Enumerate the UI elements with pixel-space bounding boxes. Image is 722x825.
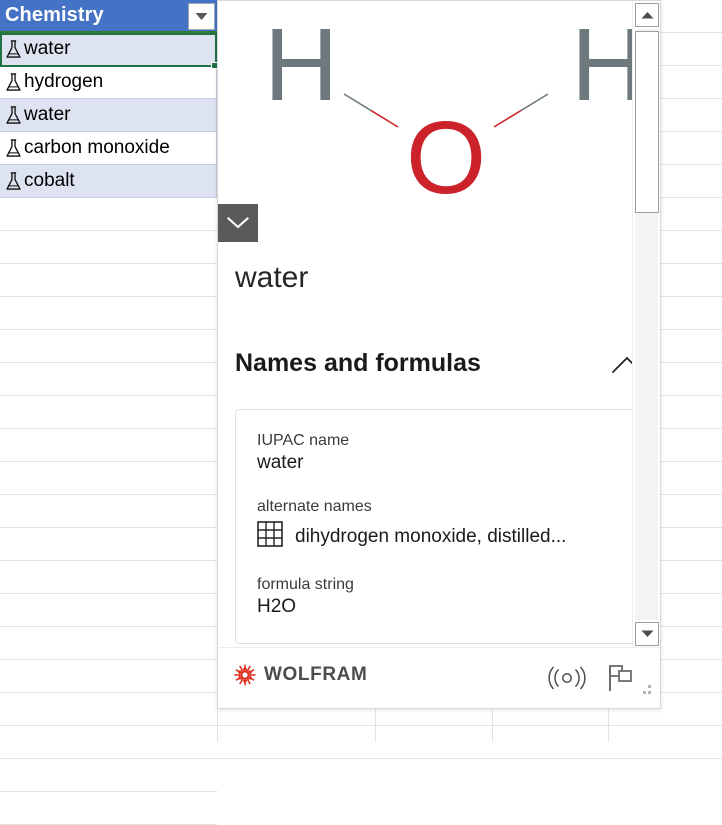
wolfram-spikey-icon: [234, 664, 256, 686]
scroll-down-arrow-icon: [641, 630, 653, 637]
cell-label: water: [24, 38, 71, 59]
wolfram-data-card[interactable]: H H O water Names and formulas IUPAC nam…: [217, 0, 661, 709]
spreadsheet-cell-a3[interactable]: hydrogen: [0, 66, 217, 99]
spreadsheet-cell-empty[interactable]: [0, 495, 217, 528]
spreadsheet-cell-empty[interactable]: [0, 759, 217, 792]
spreadsheet-cell-empty[interactable]: [0, 264, 217, 297]
property-label: formula string: [257, 576, 354, 593]
scroll-up-arrow-icon: [641, 12, 653, 19]
cell-label: water: [24, 104, 71, 125]
property-label: alternate names: [257, 498, 372, 515]
spreadsheet-cell-empty[interactable]: [0, 231, 217, 264]
spreadsheet-cell-empty[interactable]: [0, 396, 217, 429]
table-grid-icon-glyph: [257, 521, 283, 547]
table-grid-icon[interactable]: [257, 521, 283, 552]
spreadsheet-cell-empty[interactable]: [0, 429, 217, 462]
spreadsheet-cell-empty[interactable]: [0, 660, 217, 693]
chemical-flask-icon: [6, 39, 21, 58]
resize-grip-icon[interactable]: [638, 683, 654, 704]
broadcast-refresh-icon-glyph: [548, 666, 586, 690]
scroll-up-button[interactable]: [635, 3, 659, 27]
spreadsheet-cell-a2[interactable]: water: [0, 33, 217, 66]
spreadsheet-cell-empty[interactable]: [0, 693, 217, 726]
spreadsheet-cell-empty[interactable]: [0, 528, 217, 561]
property-value: dihydrogen monoxide, distilled...: [295, 525, 567, 547]
spreadsheet-cell-empty[interactable]: [0, 363, 217, 396]
filter-dropdown-button[interactable]: [188, 3, 215, 30]
scroll-down-button[interactable]: [635, 622, 659, 646]
spreadsheet-cell-empty[interactable]: [0, 198, 217, 231]
scrollbar-thumb[interactable]: [635, 31, 659, 213]
cell-label: carbon monoxide: [24, 137, 170, 158]
property-value: H2O: [257, 596, 297, 617]
atom-label-hydrogen-left: H: [264, 7, 339, 122]
wolfram-logo: WOLFRAM: [233, 663, 367, 687]
cell-label: cobalt: [24, 170, 75, 191]
spreadsheet-cell-empty[interactable]: [0, 561, 217, 594]
spreadsheet-cell-a4[interactable]: water: [0, 99, 217, 132]
spreadsheet-cell-empty[interactable]: [0, 297, 217, 330]
spreadsheet-cell-empty[interactable]: [0, 726, 217, 759]
property-alternate-names: alternate names dihydrogen monoxide, dis…: [257, 498, 621, 552]
column-header-label: Chemistry: [5, 4, 104, 26]
chevron-down-icon: [227, 217, 249, 229]
section-header-names-and-formulas[interactable]: Names and formulas: [235, 349, 643, 389]
chemical-flask-icon: [6, 138, 21, 157]
chemical-flask-icon: [6, 171, 21, 190]
card-scrollbar[interactable]: [632, 1, 660, 648]
spreadsheet-cell-empty[interactable]: [0, 594, 217, 627]
card-title: water: [235, 261, 309, 294]
property-iupac-name: IUPAC name water: [257, 432, 621, 474]
flag-icon[interactable]: [607, 663, 635, 698]
spreadsheet-cell-empty[interactable]: [0, 792, 217, 825]
cell-label: hydrogen: [24, 71, 104, 92]
section-title: Names and formulas: [235, 349, 481, 377]
filter-dropdown-icon: [195, 13, 208, 20]
molecule-diagram: H H O: [218, 1, 660, 214]
spreadsheet-cell-empty[interactable]: [0, 627, 217, 660]
property-value: water: [257, 452, 304, 473]
chemical-flask-icon: [6, 72, 21, 91]
chemical-flask-icon: [6, 105, 21, 124]
flag-icon-glyph: [609, 665, 632, 691]
card-footer: WOLFRAM: [218, 647, 660, 708]
collapse-image-button[interactable]: [218, 204, 258, 242]
spreadsheet-cell-empty[interactable]: [0, 330, 217, 363]
column-header-chemistry[interactable]: Chemistry: [0, 0, 217, 33]
atom-label-oxygen: O: [406, 100, 487, 214]
property-panel: IUPAC name water alternate names dihydro…: [235, 409, 643, 644]
spreadsheet-cell-a5[interactable]: carbon monoxide: [0, 132, 217, 165]
broadcast-refresh-icon[interactable]: [546, 665, 588, 696]
wolfram-wordmark: WOLFRAM: [264, 664, 368, 685]
property-formula-string: formula string H2O: [257, 576, 621, 618]
spreadsheet-cell-empty[interactable]: [0, 462, 217, 495]
property-label: IUPAC name: [257, 432, 350, 449]
resize-grip-icon-glyph: [643, 685, 651, 694]
spreadsheet-cell-a6[interactable]: cobalt: [0, 165, 217, 198]
